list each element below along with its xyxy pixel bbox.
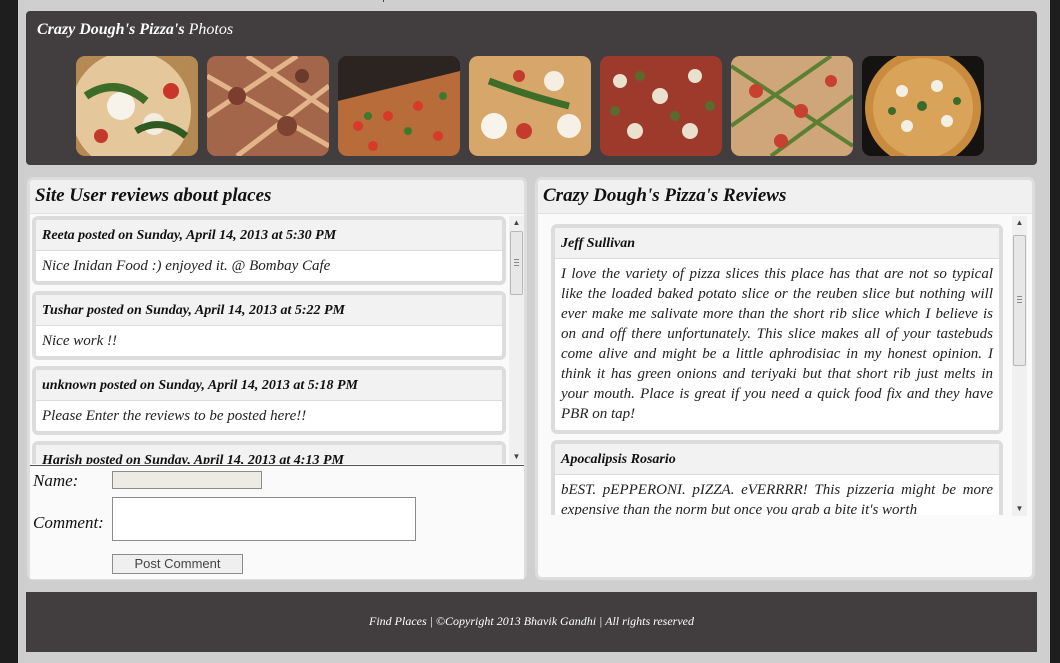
pizza-photo-1[interactable]	[76, 56, 198, 156]
name-label: Name:	[33, 471, 79, 490]
scroll-up-icon[interactable]: ▲	[509, 216, 524, 230]
scroll-thumb[interactable]	[510, 231, 523, 295]
review-author: Harish posted on Sunday, April 14, 2013 …	[36, 445, 502, 464]
page: Crazy Dough's Pizza's Photos Site User r…	[18, 0, 1050, 663]
review-card: Reeta posted on Sunday, April 14, 2013 a…	[32, 216, 506, 285]
site-reviews-header: Site User reviews about places	[30, 180, 524, 214]
comment-label: Comment:	[33, 513, 104, 532]
site-reviews-panel: Site User reviews about places Reeta pos…	[27, 177, 527, 580]
pizza-photo-7[interactable]	[862, 56, 984, 156]
pizza-photo-2[interactable]	[207, 56, 329, 156]
review-text: Nice Inidan Food :) enjoyed it. @ Bombay…	[42, 258, 331, 274]
name-input[interactable]	[112, 471, 262, 489]
review-author: Jeff Sullivan	[555, 228, 999, 259]
place-reviews-scrollbar[interactable]: ▲ ▼	[1012, 216, 1027, 516]
site-reviews-scrollbar[interactable]: ▲ ▼	[509, 216, 524, 464]
review-card: Jeff Sullivan I love the variety of pizz…	[551, 224, 1003, 434]
footer-text: Find Places | ©Copyright 2013 Bhavik Gan…	[368, 614, 694, 628]
review-author: Tushar posted on Sunday, April 14, 2013 …	[36, 295, 502, 326]
review-card: Harish posted on Sunday, April 14, 2013 …	[32, 441, 506, 464]
review-text: Nice work !!	[42, 333, 117, 349]
review-text: I love the variety of pizza slices this …	[561, 266, 993, 422]
review-author: Reeta posted on Sunday, April 14, 2013 a…	[36, 220, 502, 251]
post-comment-button[interactable]: Post Comment	[112, 554, 243, 574]
place-reviews-header: Crazy Dough's Pizza's Reviews	[538, 180, 1032, 214]
scroll-down-icon[interactable]: ▼	[509, 450, 524, 464]
pizza-photo-3[interactable]	[338, 56, 460, 156]
review-author: Apocalipsis Rosario	[555, 444, 999, 475]
place-reviews-panel: Crazy Dough's Pizza's Reviews Jeff Sulli…	[535, 177, 1035, 580]
site-reviews-title: Site User reviews about places	[35, 185, 272, 206]
scroll-down-icon[interactable]: ▼	[1012, 502, 1027, 516]
scroll-thumb[interactable]	[1013, 235, 1026, 366]
review-card: Tushar posted on Sunday, April 14, 2013 …	[32, 291, 506, 360]
photos-title: Crazy Dough's Pizza's Photos	[37, 21, 234, 38]
place-reviews-title: Crazy Dough's Pizza's Reviews	[543, 185, 787, 206]
site-reviews-list[interactable]: Reeta posted on Sunday, April 14, 2013 a…	[32, 216, 506, 464]
pizza-photo-5[interactable]	[600, 56, 722, 156]
pizza-photo-6[interactable]	[731, 56, 853, 156]
photos-panel: Crazy Dough's Pizza's Photos	[26, 11, 1037, 165]
review-author: unknown posted on Sunday, April 14, 2013…	[36, 370, 502, 401]
comment-textarea[interactable]	[112, 497, 416, 541]
review-text: Please Enter the reviews to be posted he…	[42, 408, 307, 424]
divider	[383, 0, 384, 2]
place-reviews-list[interactable]: Jeff Sullivan I love the variety of pizz…	[551, 224, 1003, 515]
review-text: bEST. pEPPERONI. pIZZA. eVERRRR! This pi…	[561, 482, 993, 515]
footer: Find Places | ©Copyright 2013 Bhavik Gan…	[26, 592, 1037, 652]
comment-form: Name: Comment: Post Comment	[30, 465, 524, 579]
scroll-up-icon[interactable]: ▲	[1012, 216, 1027, 230]
pizza-photo-4[interactable]	[469, 56, 591, 156]
review-card: unknown posted on Sunday, April 14, 2013…	[32, 366, 506, 435]
review-card: Apocalipsis Rosario bEST. pEPPERONI. pIZ…	[551, 440, 1003, 515]
